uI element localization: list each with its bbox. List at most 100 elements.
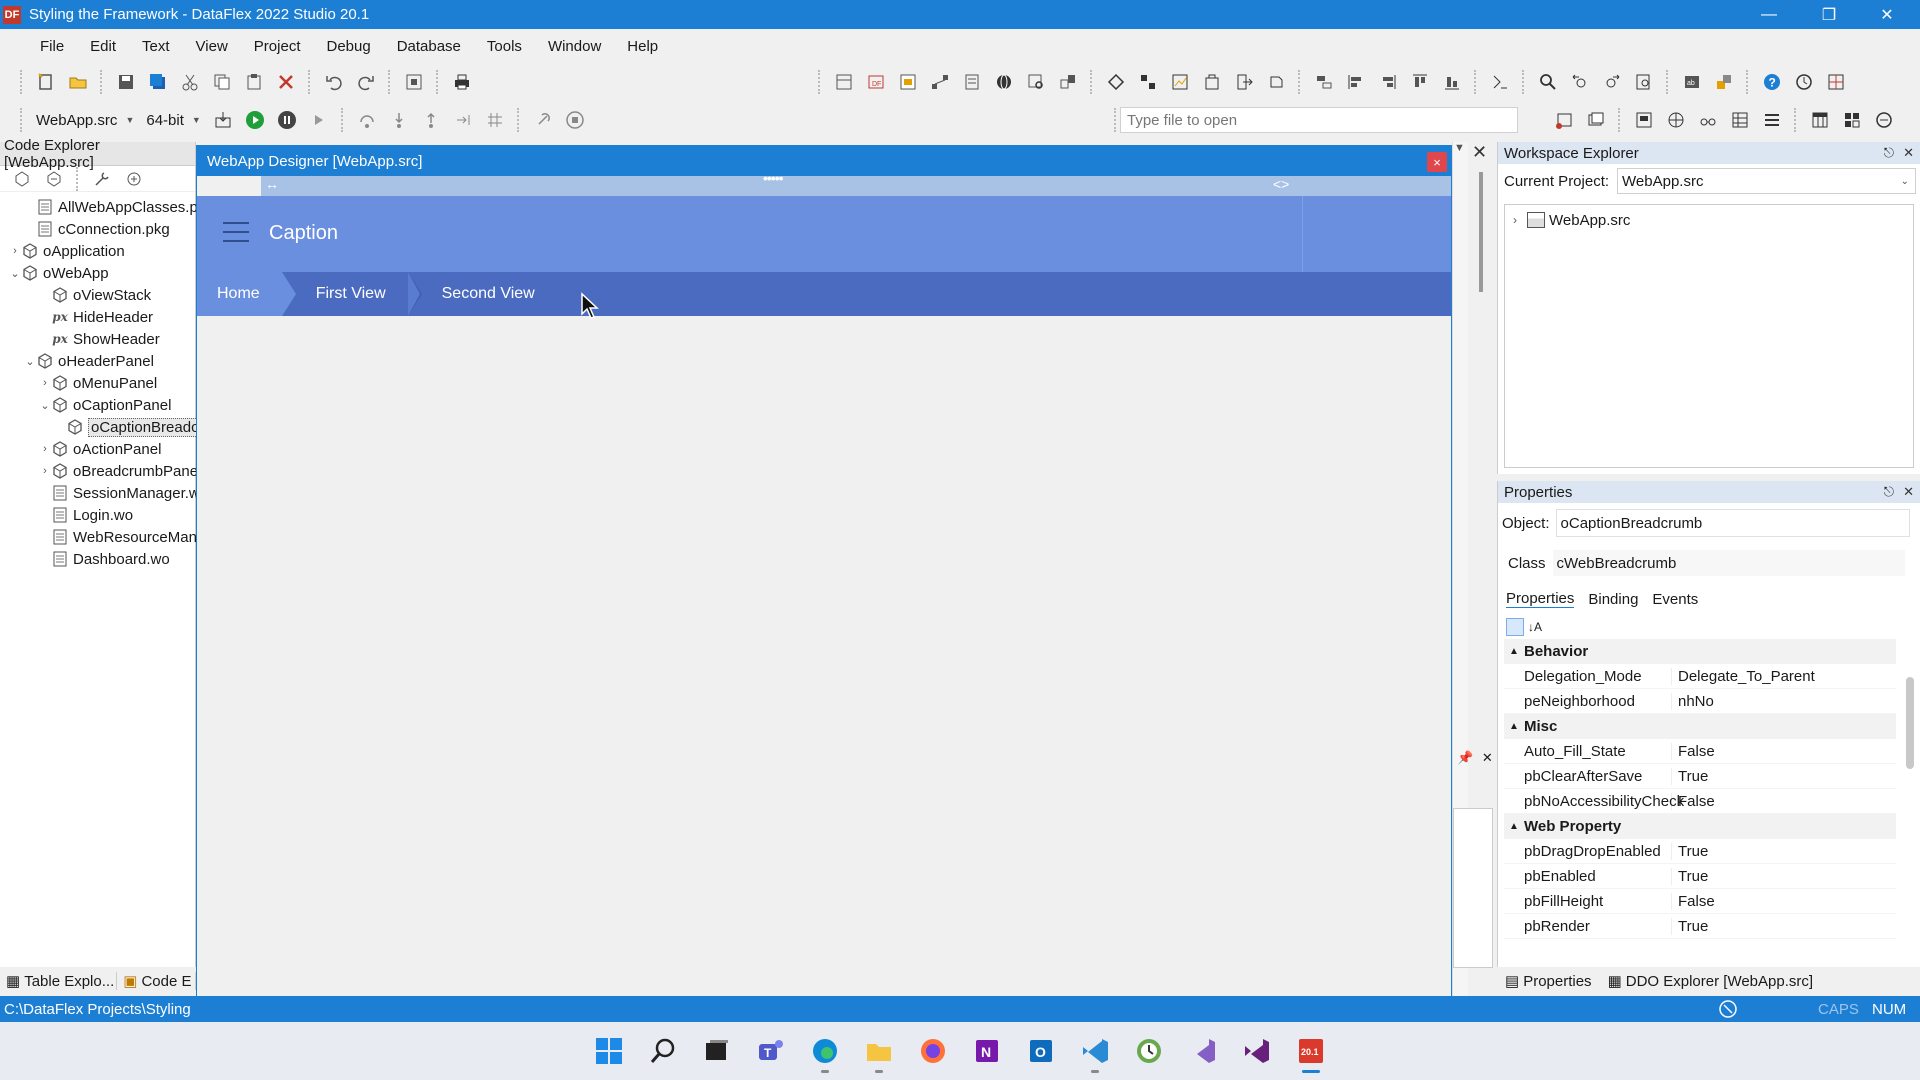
tab-properties[interactable]: Properties bbox=[1506, 590, 1575, 608]
taskbar-clock-app[interactable] bbox=[1127, 1029, 1171, 1073]
tab-events[interactable]: Events bbox=[1652, 591, 1698, 608]
tree-item[interactable]: oViewStack bbox=[38, 284, 151, 306]
chevron-right-icon[interactable]: › bbox=[1513, 213, 1527, 227]
copy-icon[interactable] bbox=[210, 70, 234, 94]
tree-item[interactable]: Login.wo bbox=[38, 504, 133, 526]
categorized-icon[interactable] bbox=[1506, 618, 1524, 636]
menu-debug[interactable]: Debug bbox=[326, 38, 370, 55]
scrollbar-thumb[interactable] bbox=[1479, 172, 1483, 292]
index-icon[interactable] bbox=[960, 70, 984, 94]
properties-wrench-icon[interactable] bbox=[90, 167, 114, 191]
chart-icon[interactable] bbox=[1168, 70, 1192, 94]
help-icon[interactable]: ? bbox=[1760, 70, 1784, 94]
tab-code-explorer[interactable]: ▣ Code E bbox=[117, 972, 196, 990]
properties-scrollbar[interactable] bbox=[1906, 677, 1914, 769]
tree-item[interactable]: SessionManager.wo bbox=[38, 482, 208, 504]
report-icon[interactable] bbox=[896, 70, 920, 94]
property-value[interactable]: True bbox=[1672, 868, 1708, 885]
workspace-tree-item[interactable]: › WebApp.src bbox=[1513, 209, 1913, 231]
glasses-icon[interactable] bbox=[1696, 108, 1720, 132]
close-window-button[interactable]: ✕ bbox=[1864, 0, 1910, 29]
table-icon[interactable] bbox=[1728, 108, 1752, 132]
menu-view[interactable]: View bbox=[196, 38, 228, 55]
continue-icon[interactable] bbox=[307, 108, 331, 132]
find-icon[interactable] bbox=[1536, 70, 1560, 94]
hamburger-menu-icon[interactable] bbox=[223, 222, 249, 242]
view-icon[interactable] bbox=[832, 70, 856, 94]
object-field[interactable]: oCaptionBreadcrumb bbox=[1555, 509, 1910, 537]
chevron-right-icon[interactable]: › bbox=[8, 245, 22, 257]
property-value[interactable]: False bbox=[1672, 793, 1715, 810]
pin-icon[interactable]: ⎋ bbox=[1884, 484, 1894, 500]
menu-tools[interactable]: Tools bbox=[487, 38, 522, 55]
drag-handle-icon[interactable]: ••••• bbox=[763, 170, 783, 186]
undo-icon[interactable] bbox=[322, 70, 346, 94]
property-category[interactable]: ▲ Misc bbox=[1504, 714, 1896, 739]
save-all-icon[interactable] bbox=[146, 70, 170, 94]
chevron-down-icon[interactable]: ▼ bbox=[1454, 142, 1465, 154]
taskbar-dataflex-studio[interactable]: 20.1 bbox=[1289, 1029, 1333, 1073]
new-file-icon[interactable] bbox=[34, 70, 58, 94]
taskbar-firefox[interactable] bbox=[911, 1029, 955, 1073]
export-icon[interactable] bbox=[1232, 70, 1256, 94]
filter-icon[interactable] bbox=[122, 167, 146, 191]
tree-item[interactable]: › oBreadcrumbPanel bbox=[38, 460, 201, 482]
tree-item[interactable]: px HideHeader bbox=[38, 306, 153, 328]
taskbar-onenote[interactable]: N bbox=[965, 1029, 1009, 1073]
step-over-icon[interactable] bbox=[355, 108, 379, 132]
taskbar-search[interactable] bbox=[641, 1029, 685, 1073]
search-data-icon[interactable] bbox=[1024, 70, 1048, 94]
breakpoint-grid-icon[interactable] bbox=[483, 108, 507, 132]
breadcrumb-second-view[interactable]: Second View bbox=[408, 272, 557, 316]
property-category[interactable]: ▲ Web Property bbox=[1504, 814, 1896, 839]
close-icon[interactable]: ✕ bbox=[1482, 750, 1493, 766]
property-row[interactable]: pbRender True bbox=[1504, 914, 1896, 939]
menu-project[interactable]: Project bbox=[254, 38, 301, 55]
start-button[interactable] bbox=[587, 1029, 631, 1073]
tab-properties-dock[interactable]: ▤ Properties bbox=[1497, 972, 1600, 991]
menu-edit[interactable]: Edit bbox=[90, 38, 116, 55]
grid-view-icon[interactable] bbox=[1808, 108, 1832, 132]
find-in-files-icon[interactable] bbox=[1632, 70, 1656, 94]
web-globe-icon[interactable] bbox=[1664, 108, 1688, 132]
designer-close-button[interactable]: × bbox=[1427, 152, 1447, 172]
attach-icon[interactable] bbox=[531, 108, 555, 132]
restore-button[interactable]: ❐ bbox=[1806, 0, 1852, 29]
property-value[interactable]: True bbox=[1672, 768, 1708, 785]
property-value[interactable]: False bbox=[1672, 893, 1715, 910]
list-icon[interactable] bbox=[1760, 108, 1784, 132]
property-value[interactable]: nhNo bbox=[1672, 693, 1714, 710]
tab-table-explorer[interactable]: ▦ Table Explo... bbox=[0, 972, 118, 990]
property-row[interactable]: pbFillHeight False bbox=[1504, 889, 1896, 914]
taskbar-file-explorer[interactable] bbox=[857, 1029, 901, 1073]
bitness-combo[interactable]: 64-bit ▼ bbox=[140, 107, 206, 133]
property-row[interactable]: pbClearAfterSave True bbox=[1504, 764, 1896, 789]
property-row[interactable]: Auto_Fill_State False bbox=[1504, 739, 1896, 764]
close-icon[interactable]: ✕ bbox=[1903, 145, 1914, 161]
tree-item[interactable]: ⌄ oWebApp bbox=[8, 262, 108, 284]
spelling-icon[interactable]: ab bbox=[1680, 70, 1704, 94]
new-dialog-icon[interactable] bbox=[1584, 108, 1608, 132]
align-top-icon[interactable] bbox=[1408, 70, 1432, 94]
minimize-button[interactable]: — bbox=[1746, 0, 1792, 29]
chevron-down-icon[interactable]: ⌄ bbox=[38, 399, 52, 412]
cut-icon[interactable] bbox=[178, 70, 202, 94]
fullscreen-icon[interactable] bbox=[402, 70, 426, 94]
current-project-select[interactable]: WebApp.src ⌄ bbox=[1617, 168, 1917, 194]
tree-item[interactable]: ⌄ oCaptionPanel bbox=[38, 394, 171, 416]
property-row[interactable]: Delegation_Mode Delegate_To_Parent bbox=[1504, 664, 1896, 689]
chevron-right-icon[interactable]: › bbox=[38, 443, 52, 455]
connection-icon[interactable] bbox=[1056, 70, 1080, 94]
toolbar-grip[interactable] bbox=[20, 70, 24, 94]
align-right-icon[interactable] bbox=[1376, 70, 1400, 94]
close-icon[interactable]: ✕ bbox=[1903, 484, 1914, 500]
package-icon[interactable] bbox=[1200, 70, 1224, 94]
property-value[interactable]: Delegate_To_Parent bbox=[1672, 668, 1815, 685]
property-value[interactable]: True bbox=[1672, 918, 1708, 935]
layout-icon[interactable] bbox=[1840, 108, 1864, 132]
collapse-icon[interactable]: ▲ bbox=[1504, 821, 1524, 832]
run-icon[interactable] bbox=[243, 108, 267, 132]
taskbar-task-view[interactable] bbox=[695, 1029, 739, 1073]
paste-icon[interactable] bbox=[242, 70, 266, 94]
resize-horizontal-icon[interactable]: ↔ bbox=[265, 176, 279, 192]
